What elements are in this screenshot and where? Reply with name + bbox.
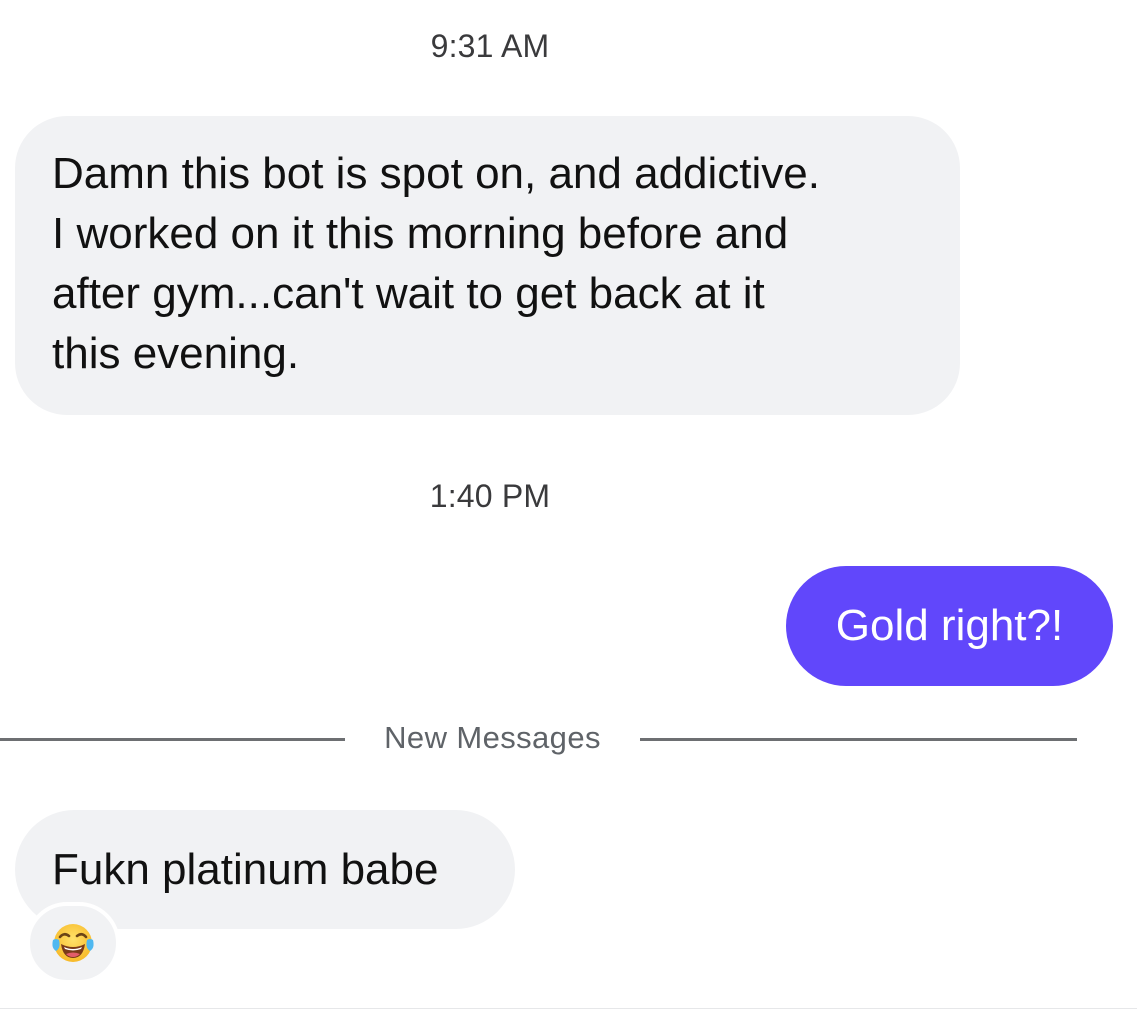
message-timestamp: 9:31 AM [430, 28, 550, 64]
new-messages-divider-left [0, 738, 345, 741]
message-timestamp: 1:40 PM [429, 478, 551, 514]
face-with-tears-of-joy-icon [50, 920, 96, 966]
new-messages-divider-right [640, 738, 1077, 741]
bottom-divider [0, 1008, 1137, 1009]
new-messages-divider-label: New Messages [384, 720, 601, 755]
outgoing-message-bubble[interactable]: Gold right?! [786, 566, 1113, 686]
incoming-message-bubble[interactable]: Damn this bot is spot on, and addictive.… [15, 116, 960, 415]
message-reaction[interactable] [26, 902, 120, 984]
